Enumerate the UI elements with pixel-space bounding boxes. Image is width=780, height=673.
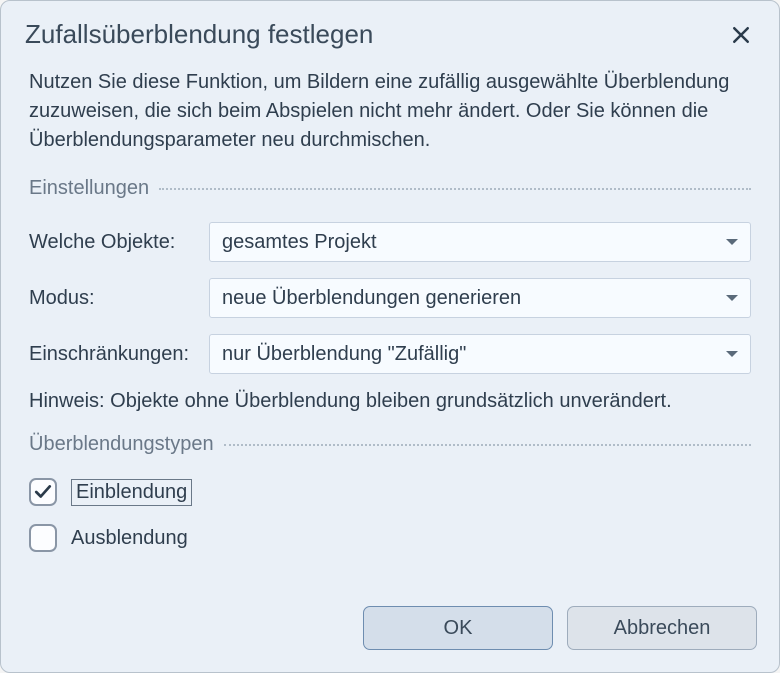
divider <box>224 444 751 446</box>
dialog-footer: OK Abbrechen <box>1 606 779 672</box>
fadeout-label[interactable]: Ausblendung <box>71 527 188 550</box>
section-types-label: Überblendungstypen <box>29 433 224 456</box>
row-mode: Modus: neue Überblendungen generieren <box>29 278 751 318</box>
section-settings-label: Einstellungen <box>29 177 159 200</box>
close-icon <box>732 26 750 44</box>
titlebar: Zufallsüberblendung festlegen <box>1 1 779 60</box>
mode-label: Modus: <box>29 287 209 310</box>
close-button[interactable] <box>727 21 755 49</box>
mode-value: neue Überblendungen generieren <box>222 287 521 310</box>
fadein-label[interactable]: Einblendung <box>71 479 192 506</box>
section-types-header: Überblendungstypen <box>29 433 751 456</box>
fadein-checkbox[interactable] <box>29 478 57 506</box>
check-icon <box>34 483 52 501</box>
chevron-down-icon <box>726 239 738 245</box>
hint-text: Hinweis: Objekte ohne Überblendung bleib… <box>29 390 751 413</box>
fadeout-checkbox[interactable] <box>29 524 57 552</box>
row-restrictions: Einschränkungen: nur Überblendung "Zufäl… <box>29 334 751 374</box>
dialog-title: Zufallsüberblendung festlegen <box>25 19 373 50</box>
restrictions-label: Einschränkungen: <box>29 343 209 366</box>
checkbox-row-fadeout: Ausblendung <box>29 524 751 552</box>
row-objects: Welche Objekte: gesamtes Projekt <box>29 222 751 262</box>
chevron-down-icon <box>726 351 738 357</box>
section-settings-header: Einstellungen <box>29 177 751 200</box>
restrictions-value: nur Überblendung "Zufällig" <box>222 343 466 366</box>
restrictions-dropdown[interactable]: nur Überblendung "Zufällig" <box>209 334 751 374</box>
objects-value: gesamtes Projekt <box>222 231 377 254</box>
cancel-button[interactable]: Abbrechen <box>567 606 757 650</box>
description-text: Nutzen Sie diese Funktion, um Bildern ei… <box>29 68 751 155</box>
dialog-random-transition: Zufallsüberblendung festlegen Nutzen Sie… <box>0 0 780 673</box>
objects-dropdown[interactable]: gesamtes Projekt <box>209 222 751 262</box>
mode-dropdown[interactable]: neue Überblendungen generieren <box>209 278 751 318</box>
divider <box>159 188 751 190</box>
ok-button[interactable]: OK <box>363 606 553 650</box>
dialog-content: Nutzen Sie diese Funktion, um Bildern ei… <box>1 60 779 606</box>
checkbox-row-fadein: Einblendung <box>29 478 751 506</box>
chevron-down-icon <box>726 295 738 301</box>
objects-label: Welche Objekte: <box>29 231 209 254</box>
